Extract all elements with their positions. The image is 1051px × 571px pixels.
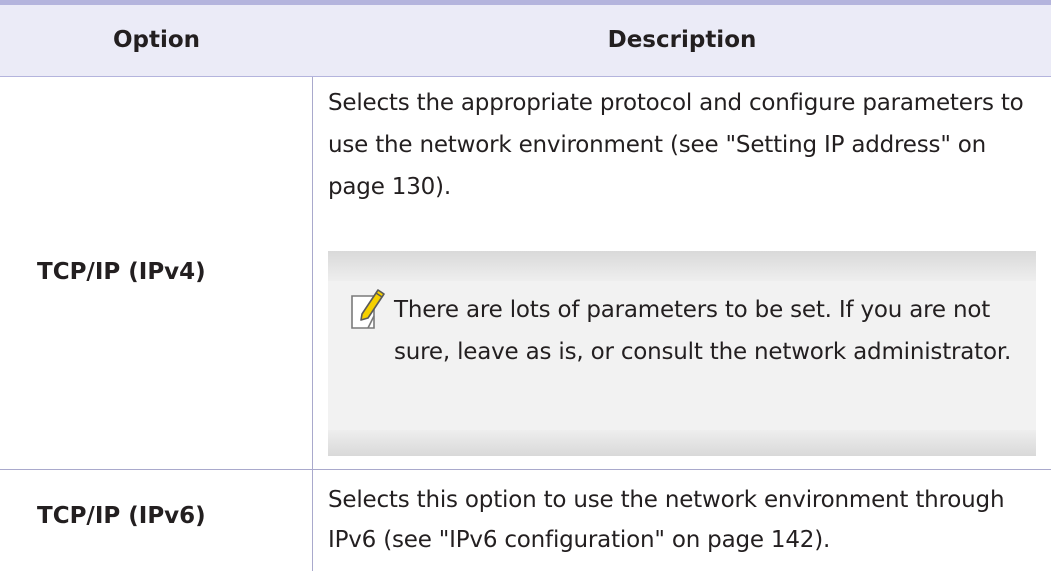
option-label-ipv6: TCP/IP (IPv6) <box>37 503 206 529</box>
note-band-bottom <box>328 430 1036 456</box>
description-ipv6: Selects this option to use the network e… <box>328 487 1005 553</box>
row-divider <box>0 469 1051 470</box>
note-band-top <box>328 251 1036 281</box>
option-label-ipv4: TCP/IP (IPv4) <box>37 259 206 285</box>
header-divider <box>0 76 1051 77</box>
note-text: There are lots of parameters to be set. … <box>394 297 1012 365</box>
note-pencil-icon <box>351 289 385 329</box>
description-ipv4: Selects the appropriate protocol and con… <box>328 90 1024 200</box>
option-column-header: Option <box>112 27 201 53</box>
description-column-header: Description <box>607 27 757 53</box>
note-box: There are lots of parameters to be set. … <box>328 251 1036 456</box>
column-divider <box>312 77 313 571</box>
